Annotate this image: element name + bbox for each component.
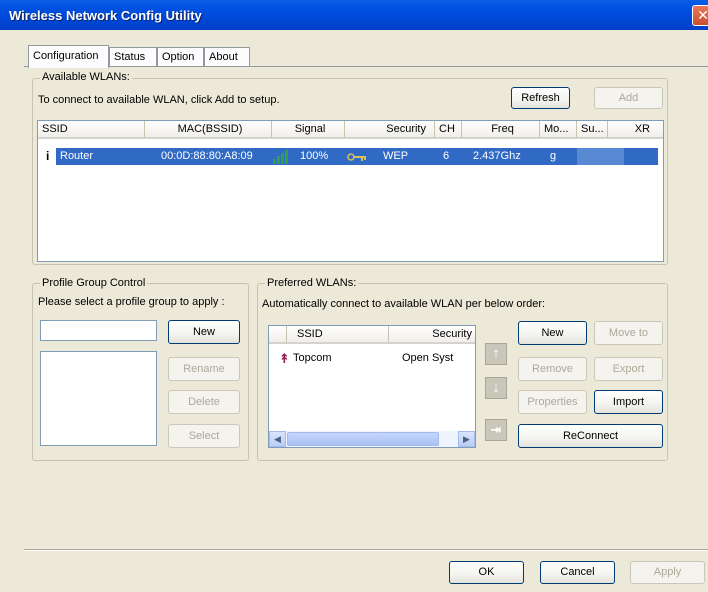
cell-signal: 100% xyxy=(288,148,345,165)
tab-label: Option xyxy=(162,51,195,63)
column-header-security[interactable]: Security xyxy=(389,326,475,344)
rename-button[interactable]: Rename xyxy=(168,357,240,381)
column-header-security[interactable]: Security xyxy=(345,121,435,139)
cell-mode: g xyxy=(540,148,577,165)
add-button[interactable]: Add xyxy=(594,87,663,109)
column-header-su[interactable]: Su... xyxy=(577,121,608,139)
profile-group-legend: Profile Group Control xyxy=(40,277,148,289)
column-header-xr[interactable]: XR xyxy=(608,121,663,139)
tab-panel-edge xyxy=(24,66,708,67)
profile-icon: ↟ xyxy=(279,351,290,366)
cell-freq: 2.437Ghz xyxy=(462,148,540,165)
scroll-right-icon[interactable]: ▶ xyxy=(458,431,475,447)
cell-su xyxy=(577,148,608,165)
preferred-wlans-list[interactable]: SSID Security ↟ Topcom Open Syst ◀ ▶ xyxy=(268,325,476,448)
available-wlans-legend: Available WLANs: xyxy=(40,71,132,83)
column-header-freq[interactable]: Freq xyxy=(462,121,540,139)
signal-bg xyxy=(272,148,288,165)
cell-security: Open Syst xyxy=(402,352,454,364)
preferred-wlans-legend: Preferred WLANs: xyxy=(265,277,359,289)
apply-button[interactable]: Apply xyxy=(630,561,705,584)
title-bar: Wireless Network Config Utility ✕ xyxy=(0,0,708,30)
profile-new-button[interactable]: New xyxy=(168,320,240,344)
select-button[interactable]: Select xyxy=(168,424,240,448)
pin-icon[interactable]: ⇥ xyxy=(485,419,507,441)
cell-xr xyxy=(608,148,658,165)
column-header-ssid[interactable]: SSID xyxy=(38,121,145,139)
remove-button[interactable]: Remove xyxy=(518,357,587,381)
tab-configuration[interactable]: Configuration xyxy=(28,45,109,68)
move-up-icon[interactable]: ↑ xyxy=(485,343,507,365)
footer-divider xyxy=(24,549,708,551)
column-header-signal[interactable]: Signal xyxy=(272,121,345,139)
column-header-mode[interactable]: Mo... xyxy=(540,121,577,139)
tab-option[interactable]: Option xyxy=(157,47,204,67)
cell-ssid: Router xyxy=(56,148,145,165)
column-header-mac[interactable]: MAC(BSSID) xyxy=(145,121,272,139)
preferred-new-button[interactable]: New xyxy=(518,321,587,345)
list-item[interactable]: ↟ Topcom Open Syst xyxy=(269,350,475,367)
signal-bars-icon xyxy=(273,150,288,164)
tab-label: Configuration xyxy=(33,50,99,62)
cell-security: WEP xyxy=(369,148,435,165)
cancel-button[interactable]: Cancel xyxy=(540,561,615,584)
column-header-ch[interactable]: CH xyxy=(435,121,462,139)
security-bg xyxy=(345,148,369,165)
export-button[interactable]: Export xyxy=(594,357,663,381)
cell-ch: 6 xyxy=(435,148,462,165)
refresh-button[interactable]: Refresh xyxy=(511,87,570,109)
ok-button[interactable]: OK xyxy=(449,561,524,584)
move-down-icon[interactable]: ↓ xyxy=(485,377,507,399)
column-header-blank[interactable] xyxy=(269,326,287,344)
tab-about[interactable]: About xyxy=(204,47,250,67)
cell-mac: 00:0D:88:80:A8:09 xyxy=(145,148,272,165)
table-row[interactable]: i Router 00:0D:88:80:A8:09 100% WEP 6 2.… xyxy=(38,148,658,165)
tab-label: About xyxy=(209,51,238,63)
profile-group-hint: Please select a profile group to apply : xyxy=(38,296,225,308)
available-wlans-hint: To connect to available WLAN, click Add … xyxy=(38,94,280,106)
scroll-left-icon[interactable]: ◀ xyxy=(269,431,286,447)
tab-status[interactable]: Status xyxy=(109,47,157,67)
reconnect-button[interactable]: ReConnect xyxy=(518,424,663,448)
profile-group-name-input[interactable] xyxy=(40,320,157,341)
profile-group-list[interactable] xyxy=(40,351,157,446)
tab-label: Status xyxy=(114,51,146,63)
cell-ssid: Topcom xyxy=(293,352,332,364)
close-button[interactable]: ✕ xyxy=(692,5,708,26)
window-title: Wireless Network Config Utility xyxy=(9,8,202,23)
properties-button[interactable]: Properties xyxy=(518,390,587,414)
delete-button[interactable]: Delete xyxy=(168,390,240,414)
horizontal-scrollbar[interactable]: ◀ ▶ xyxy=(269,431,475,447)
column-header-ssid[interactable]: SSID xyxy=(287,326,389,344)
key-icon xyxy=(347,153,366,161)
scroll-thumb[interactable] xyxy=(287,432,439,446)
import-button[interactable]: Import xyxy=(594,390,663,414)
move-to-button[interactable]: Move to xyxy=(594,321,663,345)
preferred-wlans-hint: Automatically connect to available WLAN … xyxy=(262,298,546,310)
available-wlans-list[interactable]: SSID MAC(BSSID) Signal Security CH Freq … xyxy=(37,120,664,262)
antenna-icon: i xyxy=(46,149,50,163)
close-icon: ✕ xyxy=(697,7,708,23)
